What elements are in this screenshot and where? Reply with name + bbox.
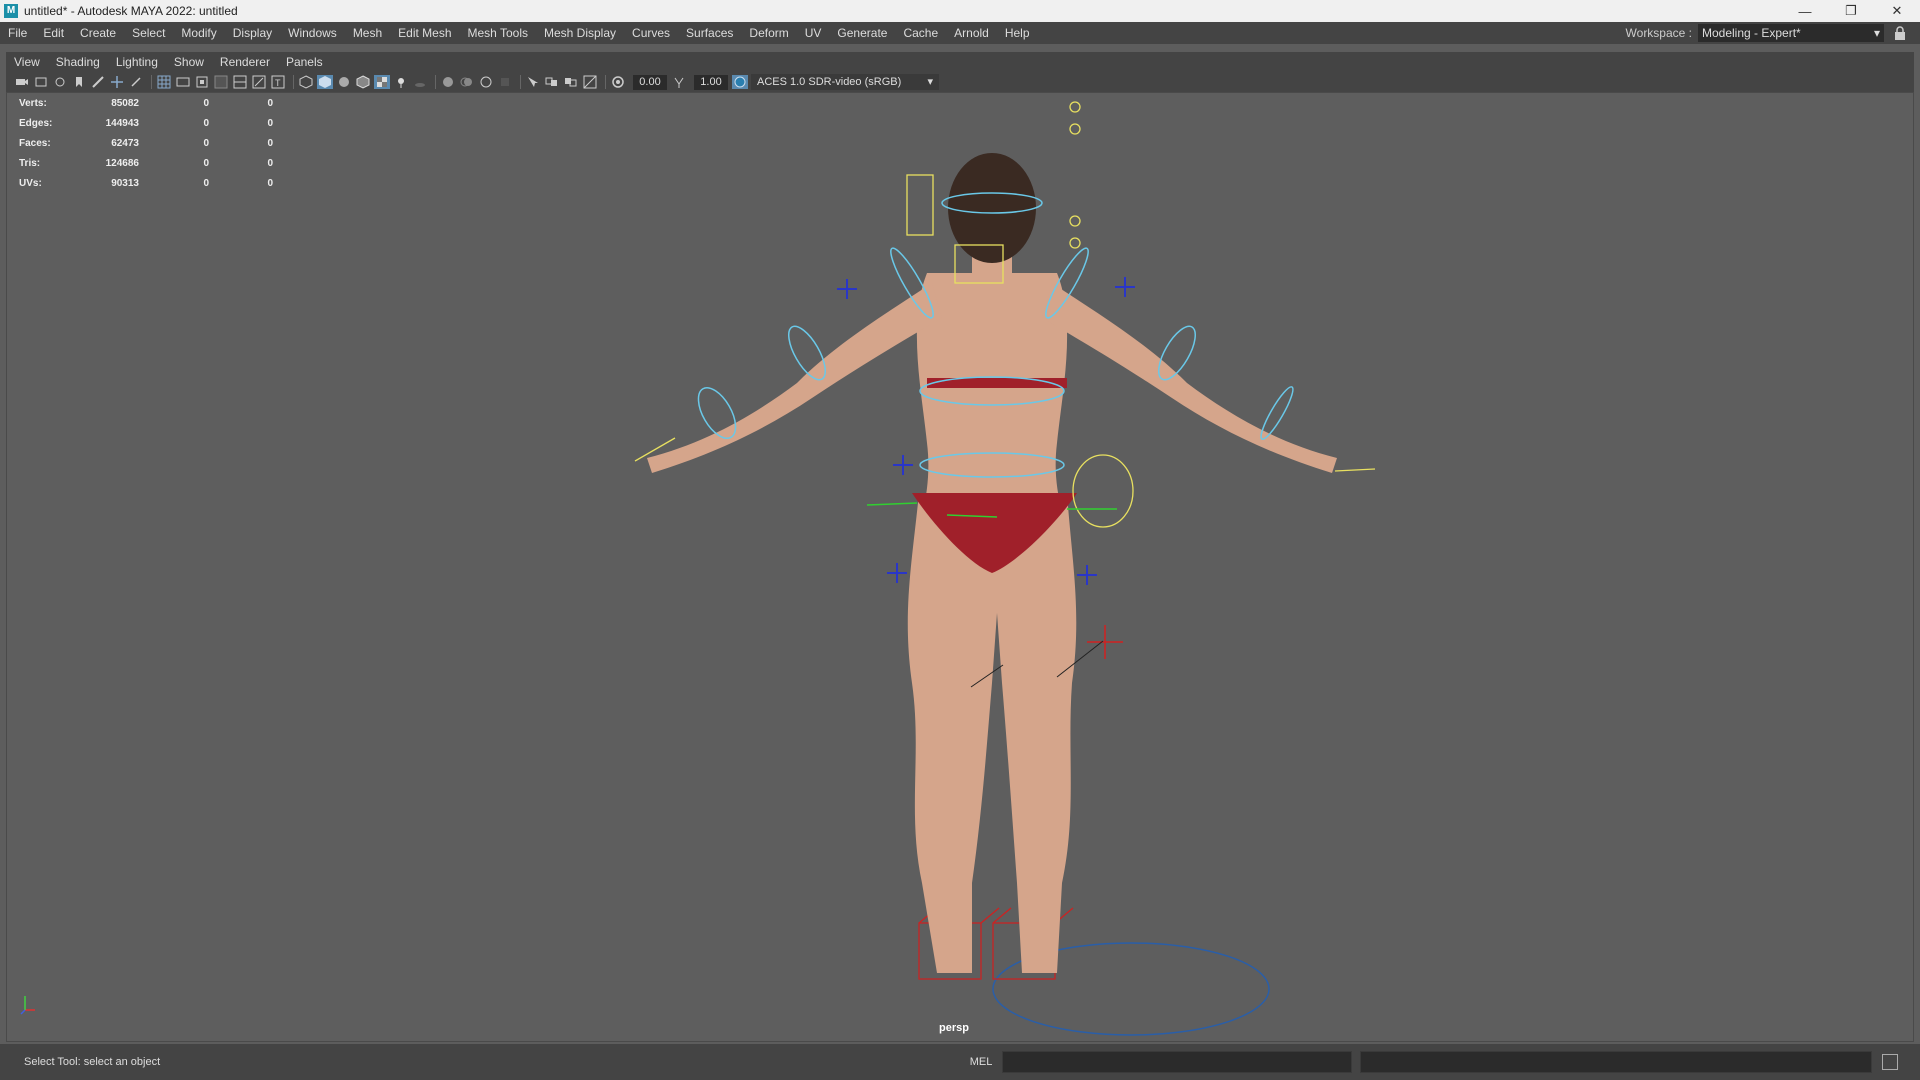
menu-mesh-tools[interactable]: Mesh Tools: [460, 22, 536, 44]
viewport-persp[interactable]: Verts: 85082 0 0 Edges: 144943 0 0 Faces…: [6, 92, 1914, 1042]
menu-uv[interactable]: UV: [797, 22, 830, 44]
command-line-input[interactable]: [1002, 1051, 1352, 1073]
menu-edit[interactable]: Edit: [35, 22, 72, 44]
gate-mask-icon[interactable]: [213, 75, 229, 89]
smooth-shade-icon[interactable]: [317, 75, 333, 89]
workspace-selector: Workspace : Modeling - Expert* ▾: [1626, 22, 1906, 44]
film-gate-icon[interactable]: [175, 75, 191, 89]
chevron-down-icon: ▾: [1873, 26, 1880, 40]
toolbar-separator: [293, 75, 294, 89]
axis-gizmo-icon: [20, 996, 35, 1015]
script-editor-icon[interactable]: [1882, 1054, 1898, 1070]
title-bar: M untitled* - Autodesk MAYA 2022: untitl…: [0, 0, 1920, 22]
menu-mesh[interactable]: Mesh: [345, 22, 390, 44]
menu-create[interactable]: Create: [72, 22, 124, 44]
safe-title-icon[interactable]: T: [270, 75, 286, 89]
screen-space-ao-icon[interactable]: [440, 75, 456, 89]
lock-icon[interactable]: [1894, 26, 1906, 40]
anti-aliasing-icon[interactable]: [478, 75, 494, 89]
close-icon[interactable]: ✕: [1874, 0, 1920, 22]
depth-of-field-icon[interactable]: [497, 75, 513, 89]
main-menu-bar: File Edit Create Select Modify Display W…: [0, 22, 1920, 44]
status-bar: Select Tool: select an object MEL: [0, 1044, 1920, 1080]
command-line-output: [1360, 1051, 1872, 1073]
panel-menu-lighting[interactable]: Lighting: [108, 55, 166, 69]
color-space-dropdown[interactable]: ACES 1.0 SDR-video (sRGB) ▾: [751, 74, 939, 90]
menu-windows[interactable]: Windows: [280, 22, 345, 44]
gamma-field[interactable]: 1.00: [694, 74, 728, 90]
menu-display[interactable]: Display: [225, 22, 280, 44]
grease-pencil-icon[interactable]: [90, 75, 106, 89]
menu-surfaces[interactable]: Surfaces: [678, 22, 741, 44]
menu-help[interactable]: Help: [997, 22, 1038, 44]
default-material-icon[interactable]: [336, 75, 352, 89]
window-controls: — ❐ ✕: [1782, 0, 1920, 22]
wireframe-on-shaded-icon[interactable]: [355, 75, 371, 89]
maya-logo-icon: M: [4, 4, 18, 18]
lights-icon[interactable]: [393, 75, 409, 89]
isolate-select-icon[interactable]: [525, 75, 541, 89]
camera-name-label: persp: [939, 1022, 969, 1034]
panel-menu-bar: View Shading Lighting Show Renderer Pane…: [6, 52, 1914, 72]
menu-select[interactable]: Select: [124, 22, 173, 44]
toolbar-separator: [520, 75, 521, 89]
exposure-field[interactable]: 0.00: [633, 74, 667, 90]
menu-file[interactable]: File: [0, 22, 35, 44]
menu-generate[interactable]: Generate: [829, 22, 895, 44]
workspace-value: Modeling - Expert*: [1702, 26, 1801, 40]
grid-icon[interactable]: [156, 75, 172, 89]
panel-toolbar: T 0.00 1.00 ACES 1.0 SDR-video (sRGB) ▾: [6, 72, 1914, 92]
field-chart-icon[interactable]: [232, 75, 248, 89]
motion-blur-icon[interactable]: [459, 75, 475, 89]
panel-menu-renderer[interactable]: Renderer: [212, 55, 278, 69]
wireframe-icon[interactable]: [298, 75, 314, 89]
panel-menu-view[interactable]: View: [6, 55, 48, 69]
workspace-dropdown[interactable]: Modeling - Expert* ▾: [1698, 24, 1884, 42]
bookmark-camera-icon[interactable]: [52, 75, 68, 89]
shadows-icon[interactable]: [412, 75, 428, 89]
color-space-value: ACES 1.0 SDR-video (sRGB): [757, 76, 902, 88]
head: [948, 153, 1036, 263]
restore-icon[interactable]: ❐: [1828, 0, 1874, 22]
pole-vector-locator: [1087, 625, 1123, 659]
minimize-icon[interactable]: —: [1782, 0, 1828, 22]
menu-edit-mesh[interactable]: Edit Mesh: [390, 22, 459, 44]
toolbar-separator: [435, 75, 436, 89]
color-management-icon[interactable]: [732, 75, 748, 89]
textured-icon[interactable]: [374, 75, 390, 89]
panel-menu-shading[interactable]: Shading: [48, 55, 108, 69]
toolbar-separator: [605, 75, 606, 89]
panel-menu-panels[interactable]: Panels: [278, 55, 331, 69]
exposure-icon[interactable]: [610, 75, 626, 89]
xray-icon[interactable]: [544, 75, 560, 89]
xray-joints-icon[interactable]: [582, 75, 598, 89]
resolution-gate-icon[interactable]: [194, 75, 210, 89]
menu-curves[interactable]: Curves: [624, 22, 678, 44]
camera-attributes-icon[interactable]: [33, 75, 49, 89]
workspace-label: Workspace :: [1625, 26, 1692, 40]
menu-arnold[interactable]: Arnold: [946, 22, 997, 44]
gamma-icon[interactable]: [671, 75, 687, 89]
menu-mesh-display[interactable]: Mesh Display: [536, 22, 624, 44]
svg-text:T: T: [275, 78, 281, 88]
panel-menu-show[interactable]: Show: [166, 55, 212, 69]
body-skin: [647, 243, 1337, 973]
menu-cache[interactable]: Cache: [895, 22, 946, 44]
rigged-character-model[interactable]: [7, 93, 1914, 1042]
mel-language-toggle[interactable]: MEL: [964, 1056, 998, 1068]
menu-deform[interactable]: Deform: [741, 22, 796, 44]
help-line: Select Tool: select an object: [24, 1056, 161, 1068]
toolbar-separator: [151, 75, 152, 89]
xray-active-icon[interactable]: [563, 75, 579, 89]
chevron-down-icon: ▾: [927, 76, 933, 88]
pencil-icon[interactable]: [128, 75, 144, 89]
safe-action-icon[interactable]: [251, 75, 267, 89]
bookmark-icon[interactable]: [71, 75, 87, 89]
2d-pan-zoom-icon[interactable]: [109, 75, 125, 89]
camera-icon[interactable]: [14, 75, 30, 89]
menu-modify[interactable]: Modify: [173, 22, 224, 44]
window-title: untitled* - Autodesk MAYA 2022: untitled: [24, 4, 238, 18]
